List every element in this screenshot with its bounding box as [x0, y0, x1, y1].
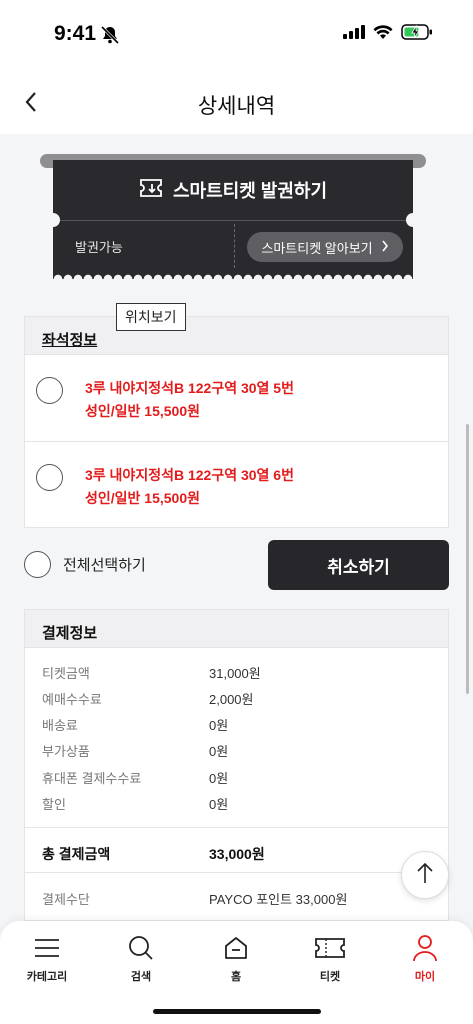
payment-row-value: 0원 — [209, 718, 229, 733]
search-icon — [101, 933, 181, 963]
seat-price: 성인/일반 15,500원 — [85, 490, 200, 506]
ticket-status: 발권가능 — [75, 240, 123, 255]
seat-location: 3루 내야지정석B 122구역 30열 6번 — [85, 467, 294, 483]
payment-row-value: 0원 — [209, 771, 229, 786]
nav-item-search[interactable]: 검색 — [101, 933, 181, 984]
seat-radio[interactable] — [36, 377, 63, 404]
nav-label: 티켓 — [319, 971, 341, 983]
nav-label: 검색 — [130, 971, 152, 983]
smart-ticket-title: 스마트티켓 발권하기 — [172, 181, 328, 201]
status-bar: 9:41 — [0, 0, 473, 70]
seat-row[interactable]: 3루 내야지정석B 122구역 30열 5번 성인/일반 15,500원 — [25, 355, 448, 442]
payment-info-header: 결제정보 — [25, 610, 448, 648]
battery-charging-icon — [401, 24, 433, 45]
ticket-icon — [290, 933, 370, 963]
payment-method-label: 결제수단 — [42, 892, 90, 907]
seat-info-title[interactable]: 좌석정보 — [42, 329, 97, 350]
seat-price: 성인/일반 15,500원 — [85, 403, 200, 419]
ticket-notch-left — [46, 213, 60, 227]
payment-row-label: 휴대폰 결제수수료 — [42, 771, 142, 786]
scroll-to-top-button[interactable] — [401, 851, 449, 899]
payment-row-value: 0원 — [209, 744, 229, 759]
payment-row-label: 배송료 — [42, 718, 78, 733]
menu-icon — [7, 933, 87, 963]
page-title: 상세내역 — [197, 95, 276, 118]
smart-ticket-issue-button[interactable]: 스마트티켓 발권하기 — [53, 160, 413, 220]
select-all-option[interactable]: 전체선택하기 — [24, 551, 146, 578]
seat-location: 3루 내야지정석B 122구역 30열 5번 — [85, 380, 294, 396]
user-icon — [385, 933, 465, 963]
nav-item-ticket[interactable]: 티켓 — [290, 933, 370, 984]
seat-radio[interactable] — [36, 464, 63, 491]
seat-info-card: 좌석정보 3루 내야지정석B 122구역 30열 5번 성인/일반 15,500… — [24, 316, 449, 528]
smart-ticket-info-button[interactable]: 스마트티켓 알아보기 — [247, 232, 403, 262]
payment-row-label: 예매수수료 — [42, 692, 102, 707]
nav-label: 홈 — [230, 971, 242, 983]
payment-divider — [25, 872, 448, 873]
ticket-notch-right — [406, 213, 420, 227]
payment-info-card: 결제정보 티켓금액 31,000원 예매수수료 2,000원 배송료 0원 부가… — [24, 609, 449, 921]
select-all-radio[interactable] — [24, 551, 51, 578]
cancel-button[interactable]: 취소하기 — [268, 540, 449, 590]
ticket-download-icon — [139, 177, 163, 204]
select-all-label: 전체선택하기 — [63, 557, 146, 574]
location-tooltip[interactable]: 위치보기 — [116, 303, 186, 331]
status-time: 9:41 — [54, 22, 97, 45]
payment-row-label: 부가상품 — [42, 744, 90, 759]
bell-muted-icon — [100, 25, 120, 50]
payment-row-label: 티켓금액 — [42, 666, 90, 681]
cellular-signal-icon — [343, 25, 365, 44]
total-amount-value: 33,000원 — [209, 846, 265, 862]
seat-row[interactable]: 3루 내야지정석B 122구역 30열 6번 성인/일반 15,500원 — [25, 442, 448, 529]
arrow-up-icon — [415, 861, 435, 890]
nav-label: 카테고리 — [26, 971, 68, 983]
ticket-scallop-edge — [53, 269, 413, 279]
nav-label: 마이 — [414, 971, 436, 983]
seat-info-header: 좌석정보 — [25, 317, 448, 355]
payment-row-value: 31,000원 — [209, 666, 261, 681]
nav-item-category[interactable]: 카테고리 — [7, 933, 87, 984]
payment-row-value: 0원 — [209, 797, 229, 812]
smart-ticket-info-label: 스마트티켓 알아보기 — [261, 240, 373, 256]
payment-row-label: 할인 — [42, 797, 66, 812]
payment-method-value: PAYCO 포인트 33,000원 — [209, 892, 348, 907]
scrollbar[interactable] — [466, 424, 469, 694]
nav-item-my[interactable]: 마이 — [385, 933, 465, 984]
page-header: 상세내역 — [0, 70, 473, 134]
total-amount-label: 총 결제금액 — [42, 846, 111, 862]
ticket-divider — [53, 220, 413, 221]
wifi-icon — [373, 24, 393, 45]
home-indicator[interactable] — [153, 1009, 321, 1014]
payment-row-value: 2,000원 — [209, 692, 254, 707]
smart-ticket-card[interactable]: 스마트티켓 발권하기 발권가능 스마트티켓 알아보기 — [53, 160, 413, 275]
ticket-dashed-divider — [234, 224, 235, 268]
home-icon — [196, 933, 276, 963]
nav-item-home[interactable]: 홈 — [196, 933, 276, 984]
payment-info-title: 결제정보 — [42, 625, 98, 642]
chevron-right-icon — [381, 240, 389, 255]
payment-divider — [25, 827, 448, 828]
